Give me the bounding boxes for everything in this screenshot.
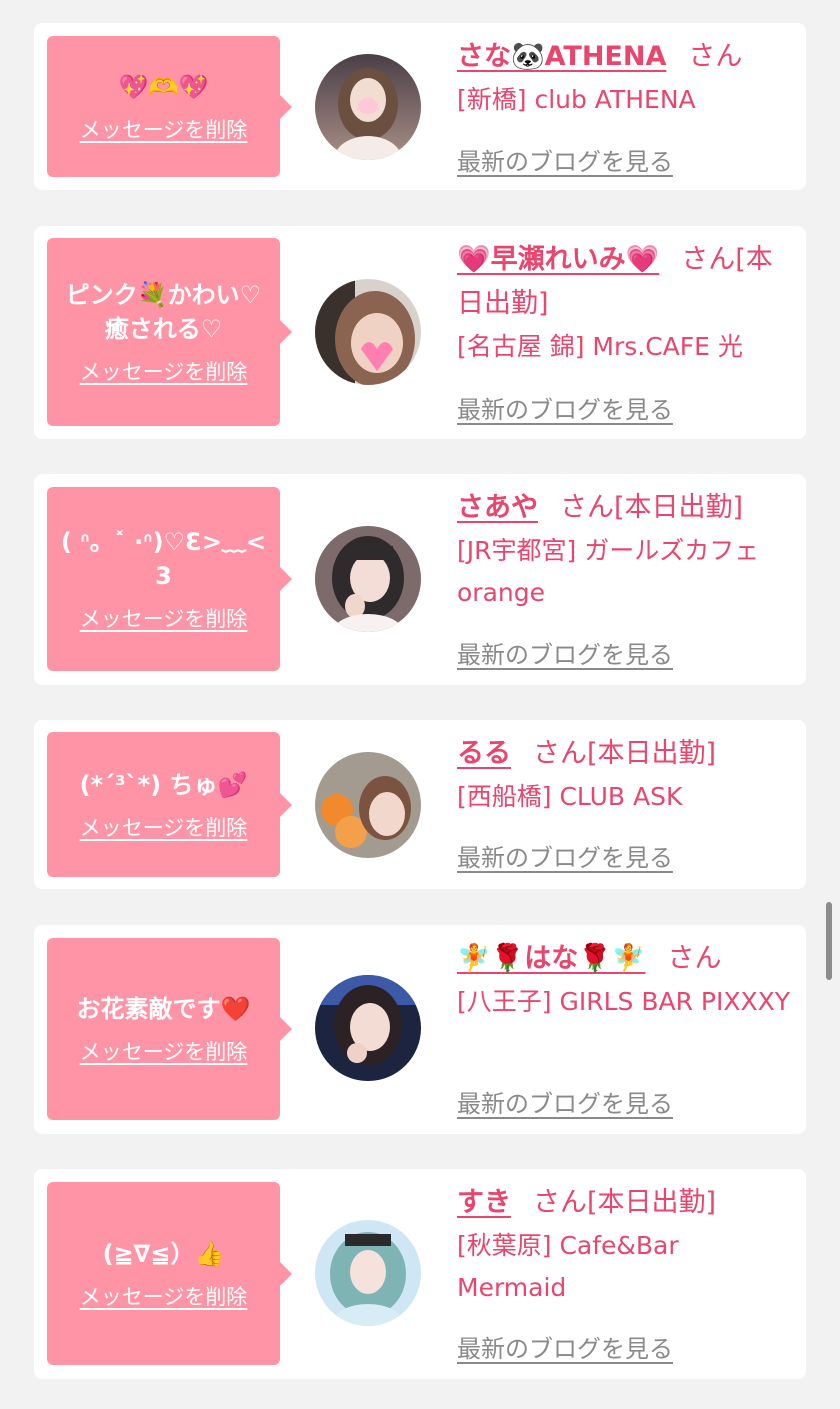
avatar[interactable] <box>315 975 421 1081</box>
avatar[interactable] <box>315 279 421 385</box>
cast-suffix: さん[本日出勤] <box>533 738 717 769</box>
latest-blog-link[interactable]: 最新のブログを見る <box>457 1329 673 1364</box>
latest-blog-link[interactable]: 最新のブログを見る <box>457 1084 673 1119</box>
message-text: お花素敵です❤️ <box>76 995 251 1023</box>
cast-name-link[interactable]: 🧚🌹はな🌹🧚 <box>457 943 645 974</box>
message-card: お花素敵です❤️ メッセージを削除 🧚🌹はな🌹🧚 さん [八王子] GIRLS B… <box>34 925 806 1134</box>
shop-name: [八王子] GIRLS BAR PIXXXY <box>457 987 790 1016</box>
message-text: (*´³`*) ちゅ💕 <box>79 770 248 799</box>
latest-blog-link[interactable]: 最新のブログを見る <box>457 142 673 177</box>
cast-info: すき さん[本日出勤] [秋葉原] Cafe&Bar Mermaid <box>457 1181 792 1309</box>
shop-name: [新橋] club ATHENA <box>457 85 696 114</box>
message-bubble: ( ᐢ。˟ ·ᐢ)♡Ɛ>﹏<3 メッセージを削除 <box>47 487 292 671</box>
message-text: (≧∇≦）👍 <box>102 1239 225 1268</box>
delete-message-link[interactable]: メッセージを削除 <box>80 1036 248 1066</box>
delete-message-link[interactable]: メッセージを削除 <box>80 603 248 633</box>
cast-name-link[interactable]: るる <box>457 738 511 769</box>
shop-name: [秋葉原] Cafe&Bar Mermaid <box>457 1231 679 1302</box>
shop-name: [JR宇都宮] ガールズカフェ orange <box>457 536 760 607</box>
message-card: (*´³`*) ちゅ💕 メッセージを削除 るる さん[本日出勤] [西船橋] CL… <box>34 720 806 889</box>
cast-info: 🧚🌹はな🌹🧚 さん [八王子] GIRLS BAR PIXXXY <box>457 937 792 1023</box>
message-text: 💖🫶💖 <box>118 72 209 101</box>
avatar[interactable] <box>315 54 421 160</box>
avatar[interactable] <box>315 752 421 858</box>
cast-info: るる さん[本日出勤] [西船橋] CLUB ASK <box>457 732 792 818</box>
delete-message-link[interactable]: メッセージを削除 <box>80 114 248 144</box>
message-text: ( ᐢ。˟ ·ᐢ)♡Ɛ>﹏<3 <box>60 528 267 590</box>
message-bubble: お花素敵です❤️ メッセージを削除 <box>47 938 292 1120</box>
cast-suffix: さん[本日出勤] <box>560 492 744 523</box>
cast-name-link[interactable]: すき <box>457 1187 511 1218</box>
message-bubble: ピンク💐かわい♡癒される♡ メッセージを削除 <box>47 238 292 426</box>
shop-name: [西船橋] CLUB ASK <box>457 782 683 811</box>
cast-info: 💗早瀬れいみ💗 さん[本日出勤] [名古屋 錦] Mrs.CAFE 光 <box>457 238 792 368</box>
latest-blog-link[interactable]: 最新のブログを見る <box>457 838 673 873</box>
message-card: 💖🫶💖 メッセージを削除 さな🐼ATHENA さん [新橋] club ATHEN… <box>34 23 806 190</box>
cast-name-link[interactable]: さな🐼ATHENA <box>457 41 666 72</box>
latest-blog-link[interactable]: 最新のブログを見る <box>457 390 673 425</box>
message-text: ピンク💐かわい♡癒される♡ <box>65 281 262 343</box>
message-bubble: (*´³`*) ちゅ💕 メッセージを削除 <box>47 732 292 877</box>
delete-message-link[interactable]: メッセージを削除 <box>80 812 248 842</box>
message-card: (≧∇≦）👍 メッセージを削除 すき さん[本日出勤] [秋葉原] Cafe&Ba… <box>34 1169 806 1379</box>
shop-name: [名古屋 錦] Mrs.CAFE 光 <box>457 332 743 361</box>
delete-message-link[interactable]: メッセージを削除 <box>80 356 248 386</box>
delete-message-link[interactable]: メッセージを削除 <box>80 1281 248 1311</box>
message-bubble: 💖🫶💖 メッセージを削除 <box>47 36 292 177</box>
avatar[interactable] <box>315 526 421 632</box>
cast-info: さな🐼ATHENA さん [新橋] club ATHENA <box>457 35 792 121</box>
message-card: ( ᐢ。˟ ·ᐢ)♡Ɛ>﹏<3 メッセージを削除 さあや さん[本日出勤] [JR… <box>34 474 806 685</box>
latest-blog-link[interactable]: 最新のブログを見る <box>457 635 673 670</box>
cast-suffix: さん <box>688 41 743 72</box>
avatar[interactable] <box>315 1220 421 1326</box>
cast-suffix: さん[本日出勤] <box>533 1187 717 1218</box>
cast-suffix: さん <box>667 943 722 974</box>
cast-info: さあや さん[本日出勤] [JR宇都宮] ガールズカフェ orange <box>457 486 792 614</box>
message-card: ピンク💐かわい♡癒される♡ メッセージを削除 💗早瀬れいみ💗 さん[本日出勤] [… <box>34 226 806 439</box>
cast-name-link[interactable]: さあや <box>457 492 538 523</box>
cast-name-link[interactable]: 💗早瀬れいみ💗 <box>457 244 659 275</box>
scrollbar[interactable] <box>826 902 832 980</box>
message-bubble: (≧∇≦）👍 メッセージを削除 <box>47 1182 292 1365</box>
